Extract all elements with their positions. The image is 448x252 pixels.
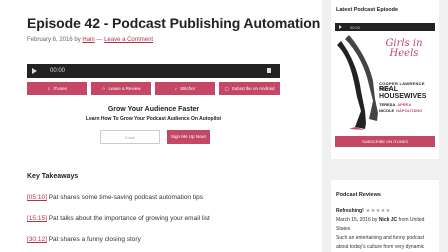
episode-artwork[interactable]: Girls in Heels COOPER LAWRENCE WITH REAL… <box>335 35 435 131</box>
takeaway-item: [05:10] Pat shares some time-saving podc… <box>27 194 203 201</box>
review-meta: March 15, 2016 by Nick JC from United <box>336 217 425 223</box>
artwork-line: TERESA APREA <box>379 102 412 107</box>
play-icon[interactable] <box>339 25 342 29</box>
volume-icon[interactable] <box>267 68 271 73</box>
meta-separator: — <box>96 37 103 43</box>
mini-player: 00:00 <box>335 23 435 31</box>
optin-subtitle: Learn How To Grow Your Podcast Audience … <box>85 116 222 122</box>
widget-title: Podcast Reviews <box>336 192 381 198</box>
player-time: 00:00 <box>50 68 66 74</box>
takeaway-text: Pat shares some time-saving podcast auto… <box>46 194 203 201</box>
timestamp-link[interactable]: [15:15] <box>27 215 47 222</box>
button-label: iTunes <box>53 86 67 91</box>
timestamp-link[interactable]: [05:10] <box>27 194 47 201</box>
timestamp-link[interactable]: [30:12] <box>27 236 47 243</box>
post-title: Episode 42 - Podcast Publishing Automati… <box>27 15 321 31</box>
mini-player-time: 00:00 <box>350 24 361 30</box>
star-icon: ☆ <box>101 86 106 91</box>
takeaway-item: [30:12] Pat shares a funny closing story <box>27 236 141 243</box>
button-label: Subscribe on Android <box>231 86 275 91</box>
button-label: Leave a Review <box>108 86 141 91</box>
star-rating-icon: ★★★★★ <box>365 208 391 214</box>
takeaway-text: Pat shares a funny closing story <box>46 236 141 243</box>
android-icon: ▢ <box>224 86 229 91</box>
leave-comment-link[interactable]: Leave a Comment <box>104 37 153 43</box>
artwork-line: REAL HOUSEWIVES <box>379 86 427 100</box>
email-field[interactable]: Email <box>100 130 160 144</box>
subscribe-buttons: ♫ iTunes ☆ Leave a Review ♪ Stitcher ▢ Subsc… <box>27 82 280 95</box>
optin-title: Grow Your Audience Faster <box>107 106 200 113</box>
android-button[interactable]: ▢ Subscribe on Android <box>219 82 280 95</box>
sidebar: Latest Podcast Episode 00:00 Girls in He… <box>322 0 448 252</box>
post-date: February 6, 2016 by <box>27 37 81 43</box>
stitcher-button[interactable]: ♪ Stitcher <box>155 82 215 95</box>
takeaways-heading: Key Takeaways <box>27 173 79 180</box>
review-body: Such an entertaining and funny podcast <box>336 235 425 241</box>
takeaway-item: [15:15] Pat talks about the importance o… <box>27 215 210 222</box>
takeaway-text: Pat talks about the importance of growin… <box>46 215 210 222</box>
latest-episode-widget: Latest Podcast Episode 00:00 Girls in He… <box>331 0 439 159</box>
music-icon: ♫ <box>47 86 51 91</box>
reviews-widget: Podcast Reviews Refreshing! ★★★★★ March 1… <box>331 180 439 252</box>
widget-title: Latest Podcast Episode <box>336 7 399 13</box>
artwork-line: NICOLE NAPOLITANO <box>379 108 423 113</box>
review-meta: States <box>336 226 351 232</box>
artwork-brand: Girls in Heels <box>385 38 423 59</box>
subscribe-itunes-button[interactable]: SUBSCRIBE ON ITUNES <box>335 136 435 147</box>
review-body: about today's culture from very dynamic <box>336 244 425 250</box>
play-icon[interactable] <box>32 68 37 74</box>
post-meta: February 6, 2016 by Hani — Leave a Comme… <box>27 37 153 43</box>
itunes-button[interactable]: ♫ iTunes <box>27 82 87 95</box>
signup-button[interactable]: Sign Me Up Now! <box>167 130 210 144</box>
author-link[interactable]: Hani <box>82 37 94 43</box>
audio-player: 00:00 <box>27 64 280 78</box>
button-label: Stitcher <box>179 86 196 91</box>
stitcher-icon: ♪ <box>174 86 177 91</box>
review-headline: Refreshing! ★★★★★ <box>336 208 391 214</box>
leave-review-button[interactable]: ☆ Leave a Review <box>91 82 151 95</box>
